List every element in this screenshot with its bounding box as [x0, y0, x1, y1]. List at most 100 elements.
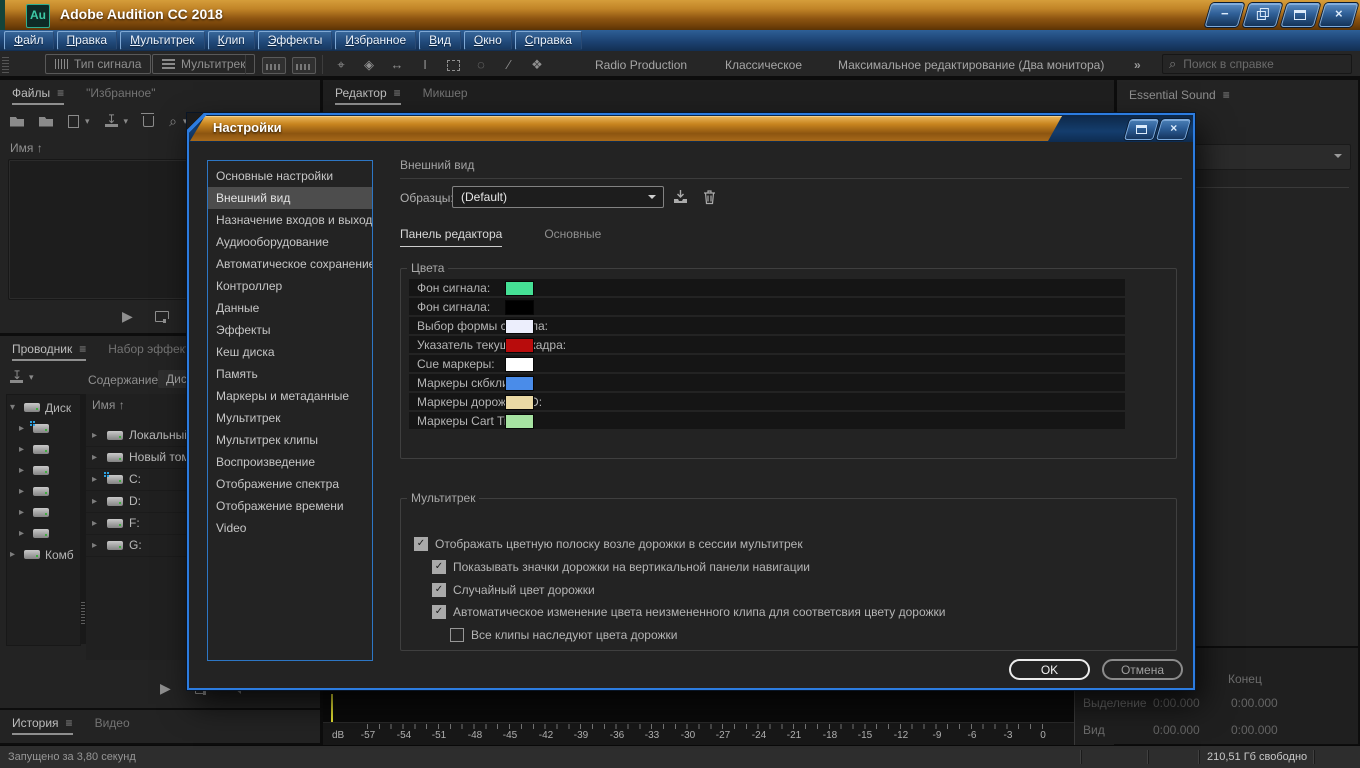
toolbar-grip[interactable]	[2, 55, 9, 73]
dialog-shade-button[interactable]	[1124, 119, 1159, 140]
color-row[interactable]: Фон сигнала:	[409, 279, 1125, 296]
checkbox[interactable]	[432, 583, 446, 597]
category-multitrack-clips[interactable]: Мультитрек клипы	[208, 429, 372, 451]
menu-window[interactable]: Окно	[464, 31, 512, 50]
tree-root-row[interactable]: ▾ Диск	[10, 397, 80, 418]
expand-icon[interactable]: ▸	[92, 518, 101, 529]
category-markers-metadata[interactable]: Маркеры и метаданные	[208, 385, 372, 407]
category-spectral-display[interactable]: Отображение спектра	[208, 473, 372, 495]
help-search-input[interactable]	[1181, 56, 1335, 72]
panel-menu-icon[interactable]: ≡	[79, 342, 86, 356]
tab-essential-sound[interactable]: Essential Sound≡	[1129, 88, 1230, 105]
tab-editor[interactable]: Редактор≡	[335, 86, 401, 105]
spectral-pitch-button[interactable]	[292, 57, 316, 74]
expand-icon[interactable]: ▸	[19, 444, 28, 455]
color-swatch[interactable]	[505, 300, 534, 315]
ok-button[interactable]: OK	[1009, 659, 1090, 680]
expand-icon[interactable]: ▸	[92, 452, 101, 463]
tree-drive-row[interactable]: ▸	[19, 439, 79, 460]
tab-files[interactable]: Файлы≡	[12, 86, 64, 105]
category-time-display[interactable]: Отображение времени	[208, 495, 372, 517]
files-name-column[interactable]: Имя ↑	[10, 141, 43, 155]
category-channel-mapping[interactable]: Назначение входов и выходов	[208, 209, 372, 231]
color-swatch[interactable]	[505, 414, 534, 429]
expand-icon[interactable]: ▸	[92, 496, 101, 507]
spot-healing-tool[interactable]: ❖	[526, 55, 548, 74]
samples-select[interactable]: (Default)	[452, 186, 664, 208]
option-show-track-icons[interactable]: Показывать значки дорожки на вертикально…	[432, 560, 810, 574]
workspace-max-editing[interactable]: Максимальное редактирование (Два монитор…	[838, 58, 1104, 72]
tree-drive-row[interactable]: ▸	[19, 460, 79, 481]
menu-file[interactable]: Файл	[4, 31, 54, 50]
menu-edit[interactable]: Правка	[57, 31, 118, 50]
restore-button[interactable]	[1243, 3, 1283, 27]
category-playback[interactable]: Воспроизведение	[208, 451, 372, 473]
color-swatch[interactable]	[505, 376, 534, 391]
menu-multitrack[interactable]: Мультитрек	[120, 31, 205, 50]
menu-clip[interactable]: Клип	[208, 31, 255, 50]
category-general[interactable]: Основные настройки	[208, 165, 372, 187]
color-row[interactable]: Маркеры скбклипа:	[409, 374, 1125, 391]
option-random-track-color[interactable]: Случайный цвет дорожки	[432, 583, 595, 597]
play-icon[interactable]: ▶	[160, 680, 171, 697]
marquee-selection-tool[interactable]	[442, 55, 464, 76]
slip-tool[interactable]: ↔	[386, 55, 408, 74]
option-show-color-strip[interactable]: Отображать цветную полоску возле дорожки…	[414, 537, 803, 551]
splitter-handle[interactable]	[81, 602, 85, 624]
tab-explorer[interactable]: Проводник≡	[12, 342, 86, 361]
close-button[interactable]: ×	[1319, 3, 1359, 27]
dialog-titlebar[interactable]: Настройки ×	[189, 115, 1193, 142]
import-file-icon[interactable]	[39, 117, 53, 127]
workspace-overflow-chevron[interactable]: »	[1134, 58, 1141, 72]
lasso-selection-tool[interactable]: ◌	[470, 55, 492, 74]
panel-menu-icon[interactable]: ≡	[394, 86, 401, 100]
expand-icon[interactable]: ▸	[19, 507, 28, 518]
razor-tool[interactable]: ◈	[358, 55, 380, 74]
color-swatch[interactable]	[505, 281, 534, 296]
menu-view[interactable]: Вид	[419, 31, 461, 50]
category-auto-save[interactable]: Автоматическое сохранение	[208, 253, 372, 275]
checkbox[interactable]	[414, 537, 428, 551]
import-icon[interactable]	[10, 372, 23, 383]
color-row[interactable]: Маркеры дорожки CD:	[409, 393, 1125, 410]
drive-list-name-column[interactable]: Имя ↑	[92, 398, 125, 412]
color-swatch[interactable]	[505, 319, 534, 334]
category-data[interactable]: Данные	[208, 297, 372, 319]
category-video[interactable]: Video	[208, 517, 372, 539]
category-control-surface[interactable]: Контроллер	[208, 275, 372, 297]
expand-icon[interactable]: ▸	[92, 474, 101, 485]
panel-menu-icon[interactable]: ≡	[66, 716, 73, 730]
expand-icon[interactable]: ▸	[10, 549, 19, 560]
workspace-radio-production[interactable]: Radio Production	[595, 58, 687, 72]
tab-general[interactable]: Основные	[544, 227, 601, 247]
drive-tree[interactable]: ▾ Диск ▸ ▸ ▸ ▸ ▸ ▸ ▸ Комб	[6, 394, 81, 646]
dialog-close-button[interactable]: ×	[1156, 119, 1191, 140]
checkbox[interactable]	[432, 560, 446, 574]
color-row[interactable]: Фон сигнала:	[409, 298, 1125, 315]
expand-icon[interactable]: ▸	[19, 423, 28, 434]
tab-mixer[interactable]: Микшер	[423, 86, 468, 105]
option-clips-inherit-color[interactable]: Все клипы наследуют цвета дорожки	[450, 628, 677, 642]
checkbox[interactable]	[450, 628, 464, 642]
expand-icon[interactable]: ▸	[19, 486, 28, 497]
collapse-icon[interactable]: ▾	[10, 402, 19, 413]
tree-drive-row[interactable]: ▸	[19, 523, 79, 544]
minimize-button[interactable]: −	[1205, 3, 1245, 27]
files-search-icon[interactable]: ⌕	[169, 113, 177, 130]
multitrack-view-button[interactable]: Мультитрек	[152, 54, 255, 74]
category-effects[interactable]: Эффекты	[208, 319, 372, 341]
category-media-cache[interactable]: Кеш диска	[208, 341, 372, 363]
category-appearance[interactable]: Внешний вид	[208, 187, 372, 209]
category-memory[interactable]: Память	[208, 363, 372, 385]
category-multitrack[interactable]: Мультитрек	[208, 407, 372, 429]
tab-favorites[interactable]: "Избранное"	[86, 86, 155, 105]
checkbox[interactable]	[432, 605, 446, 619]
expand-icon[interactable]: ▸	[19, 528, 28, 539]
shade-button[interactable]	[1281, 3, 1321, 27]
save-preset-icon[interactable]	[672, 189, 689, 208]
expand-icon[interactable]: ▸	[19, 465, 28, 476]
paintbrush-tool[interactable]: ∕	[498, 55, 520, 74]
tab-video[interactable]: Видео	[95, 716, 130, 735]
color-row[interactable]: Выбор формы сигнала:	[409, 317, 1125, 334]
expand-icon[interactable]: ▸	[92, 430, 101, 441]
